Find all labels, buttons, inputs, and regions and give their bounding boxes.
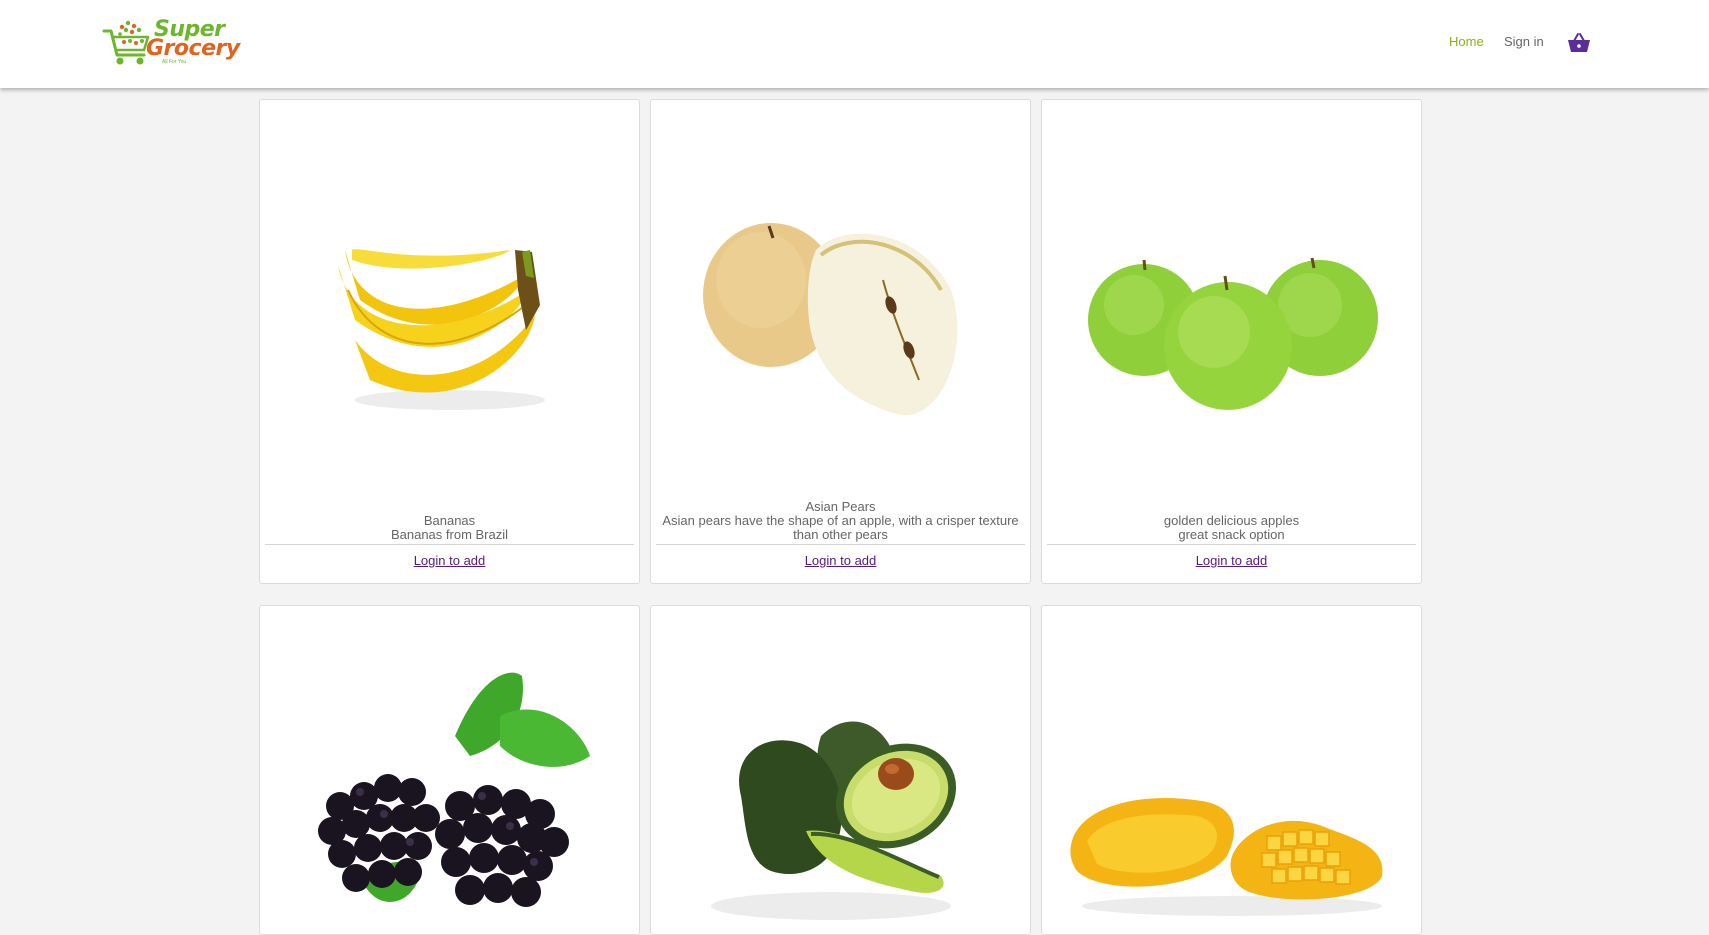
green-apples-image <box>1042 100 1421 513</box>
product-card-mangoes <box>1041 605 1422 935</box>
brand-logo[interactable]: Super Grocery All For You <box>102 17 240 67</box>
card-divider <box>265 544 634 545</box>
product-card-asian-pears: Asian Pears Asian pears have the shape o… <box>650 99 1031 584</box>
card-divider <box>1047 544 1416 545</box>
bananas-image <box>260 100 639 513</box>
nav-home-link[interactable]: Home <box>1449 34 1484 49</box>
login-to-add-link[interactable]: Login to add <box>1042 553 1421 568</box>
mangoes-image <box>1042 606 1421 929</box>
product-card-bananas: Bananas Bananas from Brazil Login to add <box>259 99 640 584</box>
login-to-add-link[interactable]: Login to add <box>260 553 639 568</box>
product-title: golden delicious apples <box>1163 513 1300 528</box>
product-card-avocados <box>650 605 1031 935</box>
product-title: Bananas <box>423 513 476 528</box>
login-to-add-link[interactable]: Login to add <box>651 553 1030 568</box>
brand-name-grocery: Grocery <box>146 36 240 61</box>
top-navbar: Super Grocery All For You Home Sign in <box>0 0 1709 88</box>
product-card-blackberries <box>259 605 640 935</box>
product-description: Bananas from Brazil <box>390 527 509 542</box>
product-description: Asian pears have the shape of an apple, … <box>662 513 1019 542</box>
product-card-golden-delicious-apples: golden delicious apples great snack opti… <box>1041 99 1422 584</box>
product-description: great snack option <box>1178 527 1285 542</box>
avocados-image <box>651 606 1030 929</box>
blackberries-image <box>260 606 639 929</box>
asian-pears-image <box>651 100 1030 513</box>
nav-signin-link[interactable]: Sign in <box>1504 34 1544 49</box>
basket-icon[interactable] <box>1567 32 1591 54</box>
card-divider <box>656 544 1025 545</box>
brand-tagline: All For You <box>162 59 187 65</box>
product-title: Asian Pears <box>805 499 876 514</box>
